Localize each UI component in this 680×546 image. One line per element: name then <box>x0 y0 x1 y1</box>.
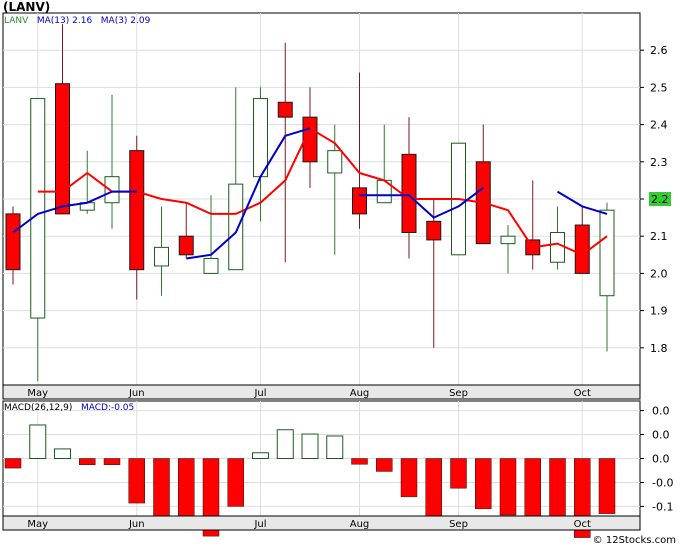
candle-up <box>104 176 120 204</box>
candle-down <box>55 83 70 215</box>
macd-bar-negative <box>153 458 170 520</box>
macd-ytick-label: -0.1 <box>652 500 673 513</box>
candle-up <box>327 150 343 174</box>
price-xtick-label: Jun <box>128 388 145 399</box>
macd-bar-negative <box>499 458 517 516</box>
last-price-label: 2.2 <box>651 193 669 206</box>
price-ytick-label: 2.3 <box>650 156 668 169</box>
macd-legend: MACD(26,12,9) MACD:-0.05 <box>4 403 134 413</box>
stock-chart: (LANV) 1.81.92.02.12.22.32.42.52.62.20.0… <box>0 0 680 546</box>
legend-ma3: MA(3) 2.09 <box>100 16 151 26</box>
candle-up <box>599 209 615 297</box>
price-xtick-label: Sep <box>449 388 468 399</box>
candle-down <box>401 153 417 233</box>
candle-up <box>30 98 46 319</box>
price-xtick-label: Oct <box>574 388 591 399</box>
macd-xtick-label: Sep <box>449 519 468 530</box>
price-xtick-label: Aug <box>350 388 370 399</box>
price-ytick-label: 2.4 <box>650 119 668 132</box>
macd-bar-negative <box>103 458 121 465</box>
macd-bar-negative <box>351 458 368 465</box>
macd-ytick-label: 0.0 <box>652 453 670 466</box>
macd-bar-negative <box>128 458 145 504</box>
macd-bar-negative <box>227 458 244 507</box>
macd-bar-negative <box>79 458 96 465</box>
macd-bar-negative <box>425 458 442 517</box>
candle-down <box>5 213 21 271</box>
candle-down <box>129 150 145 271</box>
chart-canvas: 1.81.92.02.12.22.32.42.52.62.20.00.00.0-… <box>2 12 673 538</box>
price-ytick-label: 2.6 <box>650 44 668 57</box>
legend-macd-value: MACD:-0.05 <box>80 403 135 413</box>
price-ytick-label: 2.0 <box>650 267 668 280</box>
candle-down <box>352 187 367 215</box>
price-legend: LANV MA(13) 2.16 MA(3) 2.09 <box>4 16 150 26</box>
macd-bar-negative <box>549 458 566 526</box>
candle-up <box>253 98 268 178</box>
legend-macd-params: MACD(26,12,9) <box>4 403 73 413</box>
price-ytick-label: 1.8 <box>650 342 668 355</box>
macd-bar-positive <box>29 424 47 460</box>
macd-xtick-label: Aug <box>350 519 370 530</box>
candle-down <box>277 101 293 118</box>
candle-up <box>203 258 219 274</box>
macd-bar-positive <box>301 433 319 459</box>
price-ytick-label: 2.1 <box>650 230 668 243</box>
macd-xtick-label: Oct <box>574 519 591 530</box>
macd-xaxis-strip <box>2 515 641 531</box>
candle-down <box>574 224 590 274</box>
copyright: © 12Stocks.com <box>592 535 676 546</box>
macd-ytick-label: 0.0 <box>652 405 670 418</box>
macd-bar-negative <box>598 458 616 514</box>
macd-ytick-label: -0.0 <box>652 476 673 489</box>
macd-bar-positive <box>54 448 71 459</box>
macd-bar-positive <box>252 452 269 459</box>
candle-down <box>426 220 442 241</box>
candle-up <box>500 235 516 245</box>
candle-up <box>550 231 565 263</box>
candle-up <box>228 183 244 271</box>
macd-bar-negative <box>400 458 418 498</box>
price-xtick-label: May <box>27 388 48 399</box>
legend-ma13: MA(13) 2.16 <box>36 16 93 26</box>
macd-xtick-label: Jun <box>128 519 145 530</box>
macd-bar-negative <box>376 458 393 472</box>
macd-ytick-label: 0.0 <box>652 429 670 442</box>
macd-xtick-label: Jul <box>253 519 266 530</box>
candle-up <box>154 246 169 267</box>
price-xtick-label: Jul <box>253 388 266 399</box>
macd-bar-negative <box>4 458 22 469</box>
candle-down <box>178 235 194 256</box>
macd-bar-negative <box>450 458 467 489</box>
legend-symbol: LANV <box>4 16 29 26</box>
macd-xtick-label: May <box>27 519 48 530</box>
price-xaxis-strip <box>2 384 641 400</box>
macd-bar-positive <box>276 429 294 459</box>
macd-bar-positive <box>326 435 344 459</box>
price-ytick-label: 1.9 <box>650 305 668 318</box>
price-ytick-label: 2.5 <box>650 81 668 94</box>
macd-bar-negative <box>475 458 492 510</box>
